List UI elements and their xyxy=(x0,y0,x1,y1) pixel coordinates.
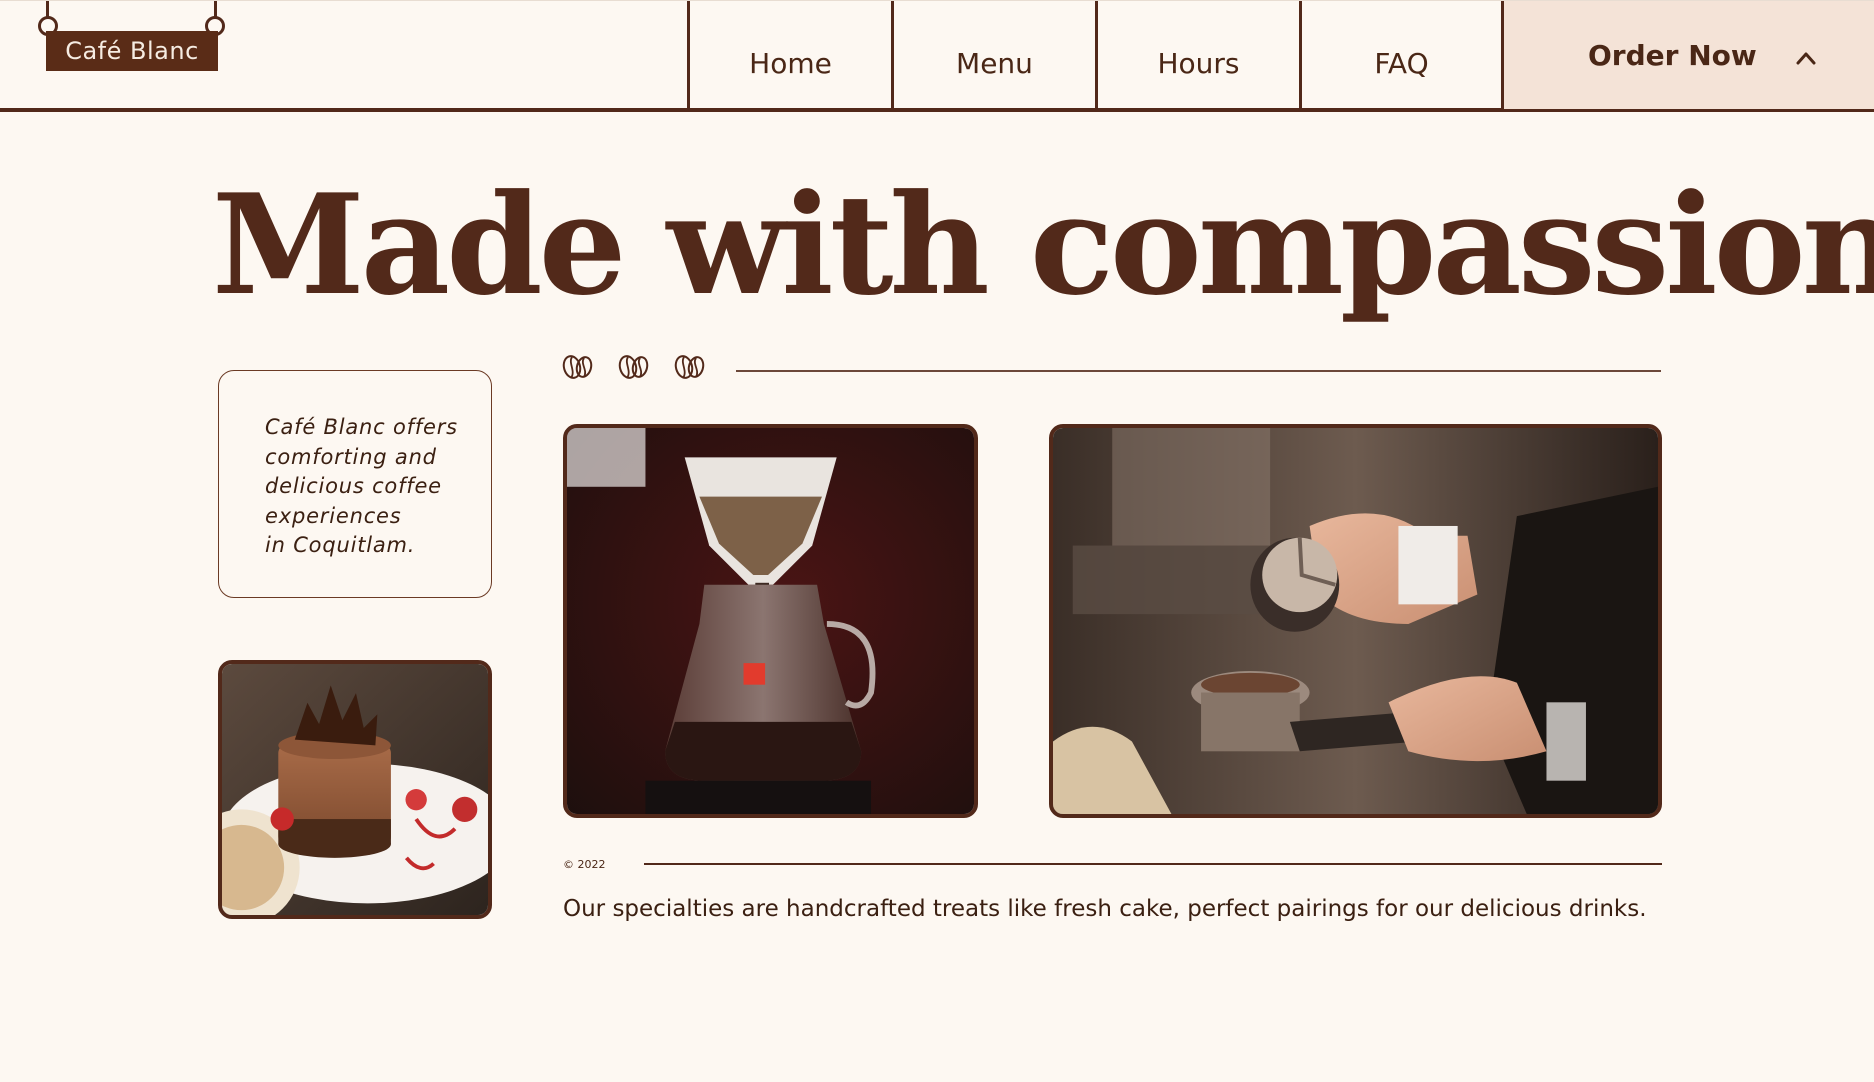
specialties-caption: Our specialties are handcrafted treats l… xyxy=(563,896,1647,922)
intro-line: in Coquitlam. xyxy=(265,533,416,557)
nav-hours[interactable]: Hours xyxy=(1095,1,1299,109)
order-now-label: Order Now xyxy=(1588,38,1757,72)
nav-faq[interactable]: FAQ xyxy=(1299,1,1504,109)
site-header: Café Blanc Home Menu Hours FAQ Order Now xyxy=(0,0,1874,112)
brand-name: Café Blanc xyxy=(46,31,218,71)
divider-line xyxy=(644,863,1662,865)
divider-line xyxy=(736,370,1661,372)
nav-home[interactable]: Home xyxy=(687,1,891,109)
coffee-bean-decoration xyxy=(560,352,706,382)
intro-line: Café Blanc offers xyxy=(265,415,458,439)
chevron-up-icon xyxy=(1796,52,1816,65)
cake-photo xyxy=(218,660,492,919)
intro-line: experiences xyxy=(265,503,402,528)
espresso-photo xyxy=(1049,424,1662,818)
intro-line: comforting and xyxy=(265,444,437,469)
order-now-button[interactable]: Order Now xyxy=(1504,1,1874,109)
coffee-bean-icon xyxy=(674,355,705,379)
copyright: © 2022 xyxy=(563,858,606,871)
nav-menu[interactable]: Menu xyxy=(891,1,1095,109)
intro-line: delicious coffee xyxy=(265,474,442,498)
coffee-bean-icon xyxy=(562,355,593,379)
page-title: Made with compassion. xyxy=(212,163,1874,326)
brand-logo[interactable]: Café Blanc xyxy=(38,1,225,73)
coffee-bean-icon xyxy=(618,355,649,379)
intro-card: Café Blanc offers comforting and delicio… xyxy=(218,370,492,598)
pour-over-photo xyxy=(563,424,978,818)
